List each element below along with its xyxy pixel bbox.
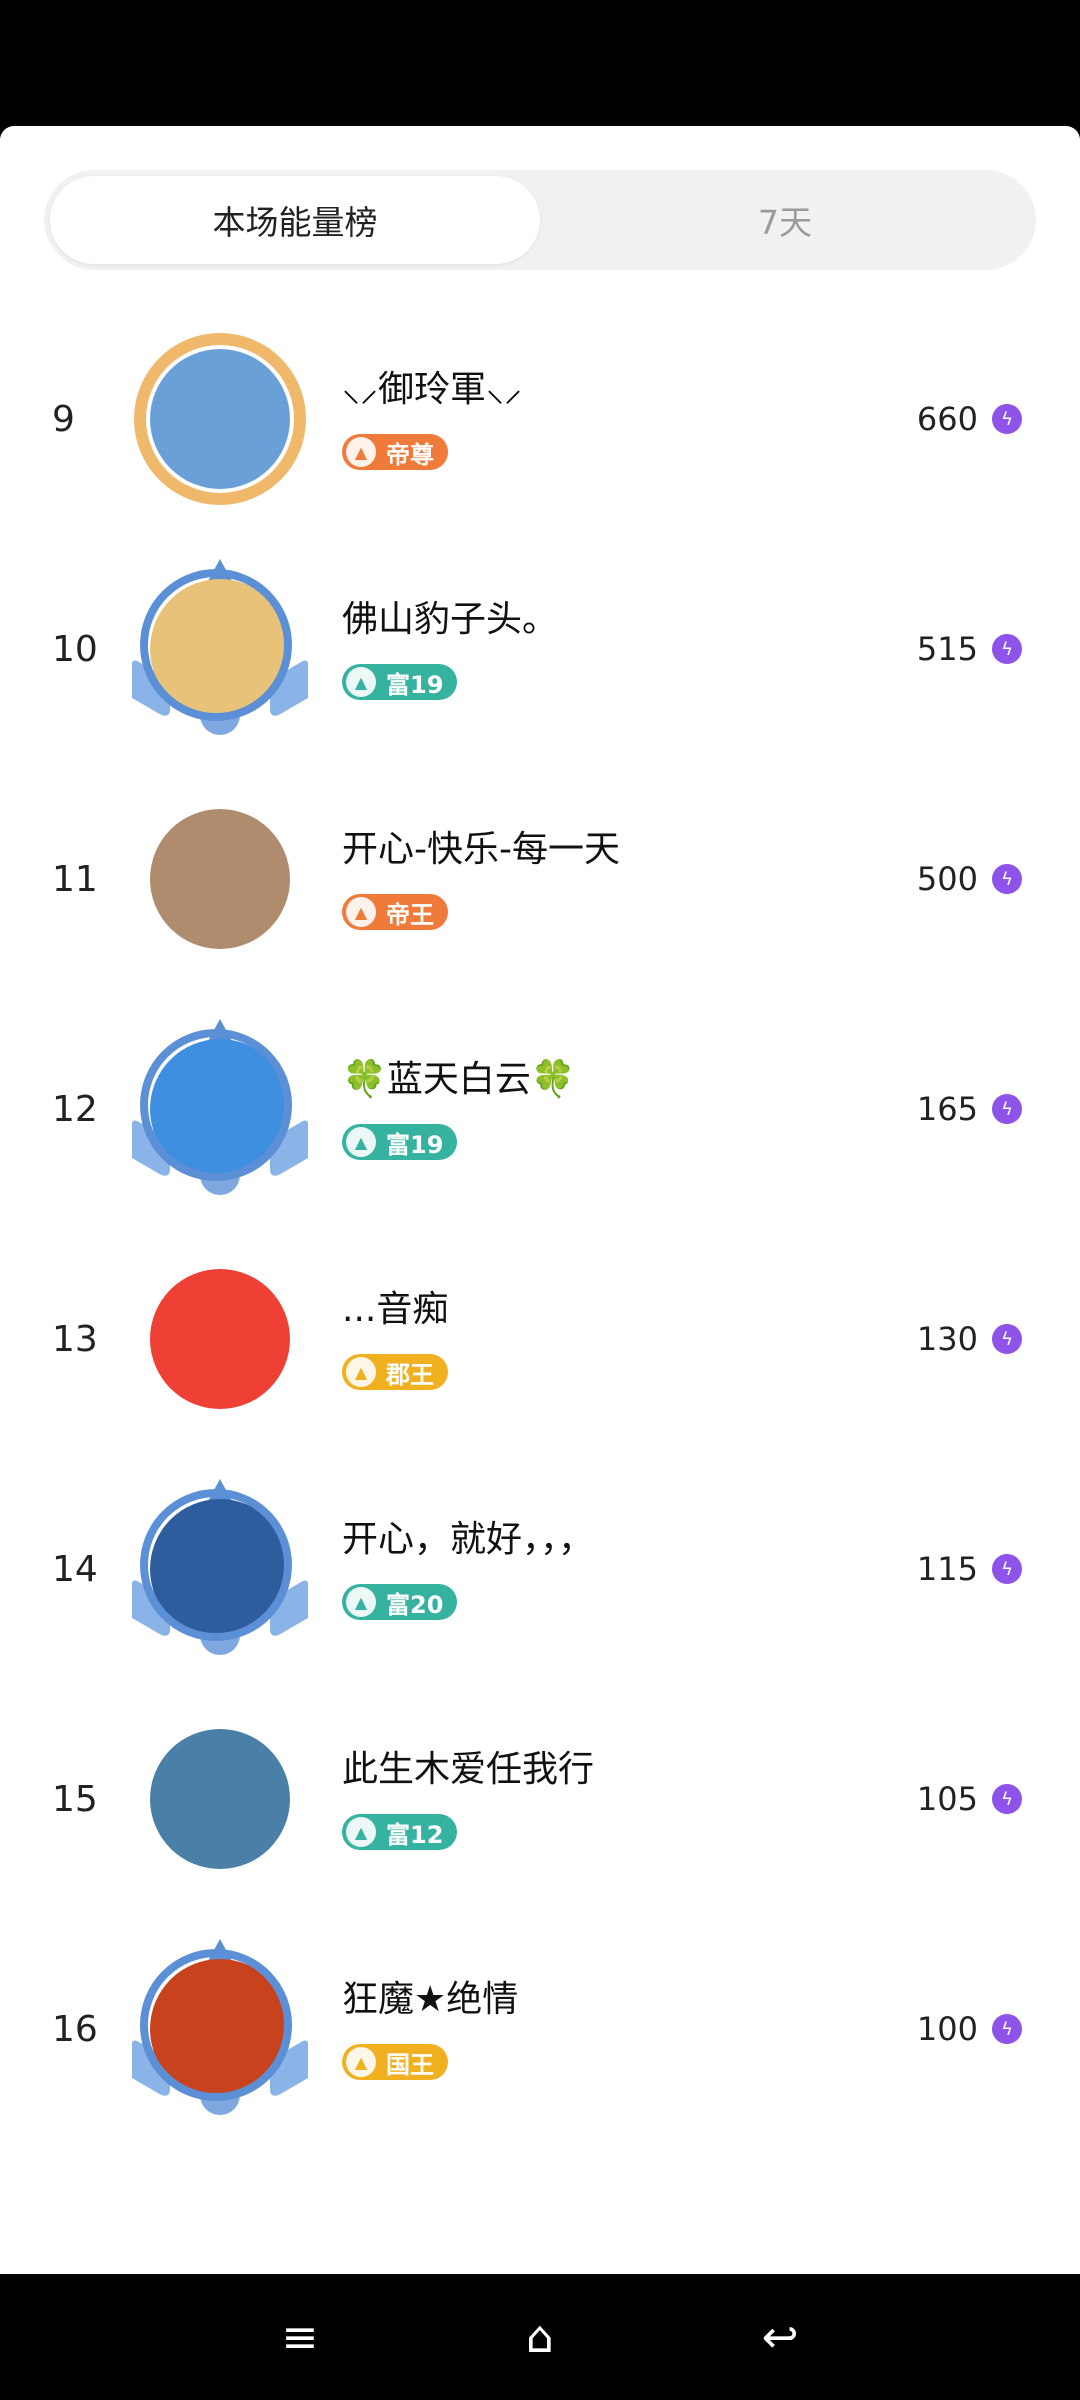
level-badge-icon: ▲ xyxy=(346,1357,376,1387)
level-badge-label: 富19 xyxy=(386,1130,444,1159)
energy-bolt-icon: ϟ xyxy=(992,1554,1022,1584)
avatar-image xyxy=(150,809,290,949)
energy-bolt-icon: ϟ xyxy=(992,404,1022,434)
energy-score: 105 ϟ xyxy=(917,1684,1022,1914)
energy-bolt-icon: ϟ xyxy=(992,1094,1022,1124)
leaderboard-panel: 本场能量榜 7天 9 ⸜⸝御玲軍⸜⸝ ▲ 帝尊 660 ϟ 10 佛山豹子头。 ▲ 富19 515 ϟ… xyxy=(0,126,1080,2274)
username: 🍀蓝天白云🍀 xyxy=(342,1059,576,1100)
tab-session-energy[interactable]: 本场能量榜 xyxy=(50,176,540,264)
rank-number: 15 xyxy=(52,1778,98,1820)
username: ...音痴 xyxy=(342,1289,449,1330)
avatar[interactable] xyxy=(130,1019,310,1199)
leaderboard-row[interactable]: 9 ⸜⸝御玲軍⸜⸝ ▲ 帝尊 660 ϟ xyxy=(0,304,1080,534)
energy-score-value: 115 xyxy=(916,1550,978,1588)
leaderboard-row[interactable]: 16 狂魔★绝情 ▲ 国王 100 ϟ xyxy=(0,1914,1080,2144)
system-navigation-bar: ≡ ⌂ ↩ xyxy=(0,2274,1080,2400)
energy-score-value: 100 xyxy=(916,2010,978,2048)
energy-score: 165 ϟ xyxy=(917,994,1022,1224)
avatar[interactable] xyxy=(130,559,310,739)
username: ⸜⸝御玲軍⸜⸝ xyxy=(342,369,523,410)
rank-number: 12 xyxy=(52,1088,98,1130)
avatar-frame xyxy=(140,1949,292,2101)
level-badge: ▲ 郡王 xyxy=(342,1354,448,1390)
energy-score-value: 105 xyxy=(916,1780,978,1818)
rank-number: 16 xyxy=(52,2008,98,2050)
level-badge-label: 国王 xyxy=(386,2050,434,2079)
avatar[interactable] xyxy=(130,329,310,509)
level-badge: ▲ 帝尊 xyxy=(342,434,448,470)
avatar-frame xyxy=(140,1029,292,1181)
avatar[interactable] xyxy=(130,1939,310,2119)
leaderboard-row[interactable]: 12 🍀蓝天白云🍀 ▲ 富19 165 ϟ xyxy=(0,994,1080,1224)
rank-number: 10 xyxy=(52,628,98,670)
level-badge-icon: ▲ xyxy=(346,1587,376,1617)
level-badge-icon: ▲ xyxy=(346,667,376,697)
level-badge-label: 郡王 xyxy=(386,1360,434,1389)
username: 狂魔★绝情 xyxy=(342,1979,519,2020)
energy-score: 660 ϟ xyxy=(917,304,1022,534)
level-badge-label: 帝王 xyxy=(386,900,434,929)
level-badge-label: 富20 xyxy=(386,1590,444,1619)
level-badge: ▲ 国王 xyxy=(342,2044,448,2080)
level-badge: ▲ 富12 xyxy=(342,1814,458,1850)
username: 此生木爱任我行 xyxy=(342,1749,595,1790)
leaderboard-row[interactable]: 13 ...音痴 ▲ 郡王 130 ϟ xyxy=(0,1224,1080,1454)
energy-score: 500 ϟ xyxy=(917,764,1022,994)
energy-score: 115 ϟ xyxy=(917,1454,1022,1684)
avatar[interactable] xyxy=(130,1479,310,1659)
leaderboard-row[interactable]: 11 开心-快乐-每一天 ▲ 帝王 500 ϟ xyxy=(0,764,1080,994)
avatar[interactable] xyxy=(130,1709,310,1889)
username: 佛山豹子头。 xyxy=(342,599,559,640)
rank-number: 13 xyxy=(52,1318,98,1360)
rank-number: 9 xyxy=(52,398,75,440)
menu-icon[interactable]: ≡ xyxy=(274,2312,326,2363)
rank-number: 14 xyxy=(52,1548,98,1590)
energy-score-value: 660 xyxy=(916,400,978,438)
avatar-frame xyxy=(140,569,292,721)
level-badge-icon: ▲ xyxy=(346,897,376,927)
tab-7-days[interactable]: 7天 xyxy=(540,176,1030,264)
energy-score-value: 500 xyxy=(916,860,978,898)
avatar-frame xyxy=(140,1489,292,1641)
level-badge: ▲ 帝王 xyxy=(342,894,448,930)
leaderboard-row[interactable]: 10 佛山豹子头。 ▲ 富19 515 ϟ xyxy=(0,534,1080,764)
energy-score: 515 ϟ xyxy=(917,534,1022,764)
energy-score: 100 ϟ xyxy=(917,1914,1022,2144)
username: 开心，就好，，， xyxy=(342,1519,595,1560)
energy-score-value: 165 xyxy=(916,1090,978,1128)
level-badge: ▲ 富19 xyxy=(342,1124,458,1160)
level-badge-label: 富19 xyxy=(386,670,444,699)
level-badge: ▲ 富20 xyxy=(342,1584,458,1620)
energy-bolt-icon: ϟ xyxy=(992,864,1022,894)
level-badge-label: 帝尊 xyxy=(386,440,434,469)
back-icon[interactable]: ↩ xyxy=(754,2312,806,2363)
energy-score: 130 ϟ xyxy=(917,1224,1022,1454)
energy-bolt-icon: ϟ xyxy=(992,1324,1022,1354)
energy-bolt-icon: ϟ xyxy=(992,1784,1022,1814)
level-badge-label: 富12 xyxy=(386,1820,444,1849)
leaderboard-row[interactable]: 14 开心，就好，，， ▲ 富20 115 ϟ xyxy=(0,1454,1080,1684)
avatar[interactable] xyxy=(130,1249,310,1429)
avatar-image xyxy=(150,1269,290,1409)
energy-bolt-icon: ϟ xyxy=(992,2014,1022,2044)
level-badge-icon: ▲ xyxy=(346,1127,376,1157)
level-badge: ▲ 富19 xyxy=(342,664,458,700)
level-badge-icon: ▲ xyxy=(346,437,376,467)
energy-score-value: 515 xyxy=(916,630,978,668)
tab-bar: 本场能量榜 7天 xyxy=(44,170,1036,270)
home-icon[interactable]: ⌂ xyxy=(514,2312,566,2363)
username: 开心-快乐-每一天 xyxy=(342,829,620,870)
rank-number: 11 xyxy=(52,858,98,900)
avatar[interactable] xyxy=(130,789,310,969)
energy-bolt-icon: ϟ xyxy=(992,634,1022,664)
level-badge-icon: ▲ xyxy=(346,1817,376,1847)
level-badge-icon: ▲ xyxy=(346,2047,376,2077)
leaderboard-row[interactable]: 15 此生木爱任我行 ▲ 富12 105 ϟ xyxy=(0,1684,1080,1914)
energy-score-value: 130 xyxy=(916,1320,978,1358)
avatar-image xyxy=(150,1729,290,1869)
avatar-frame xyxy=(134,333,306,505)
